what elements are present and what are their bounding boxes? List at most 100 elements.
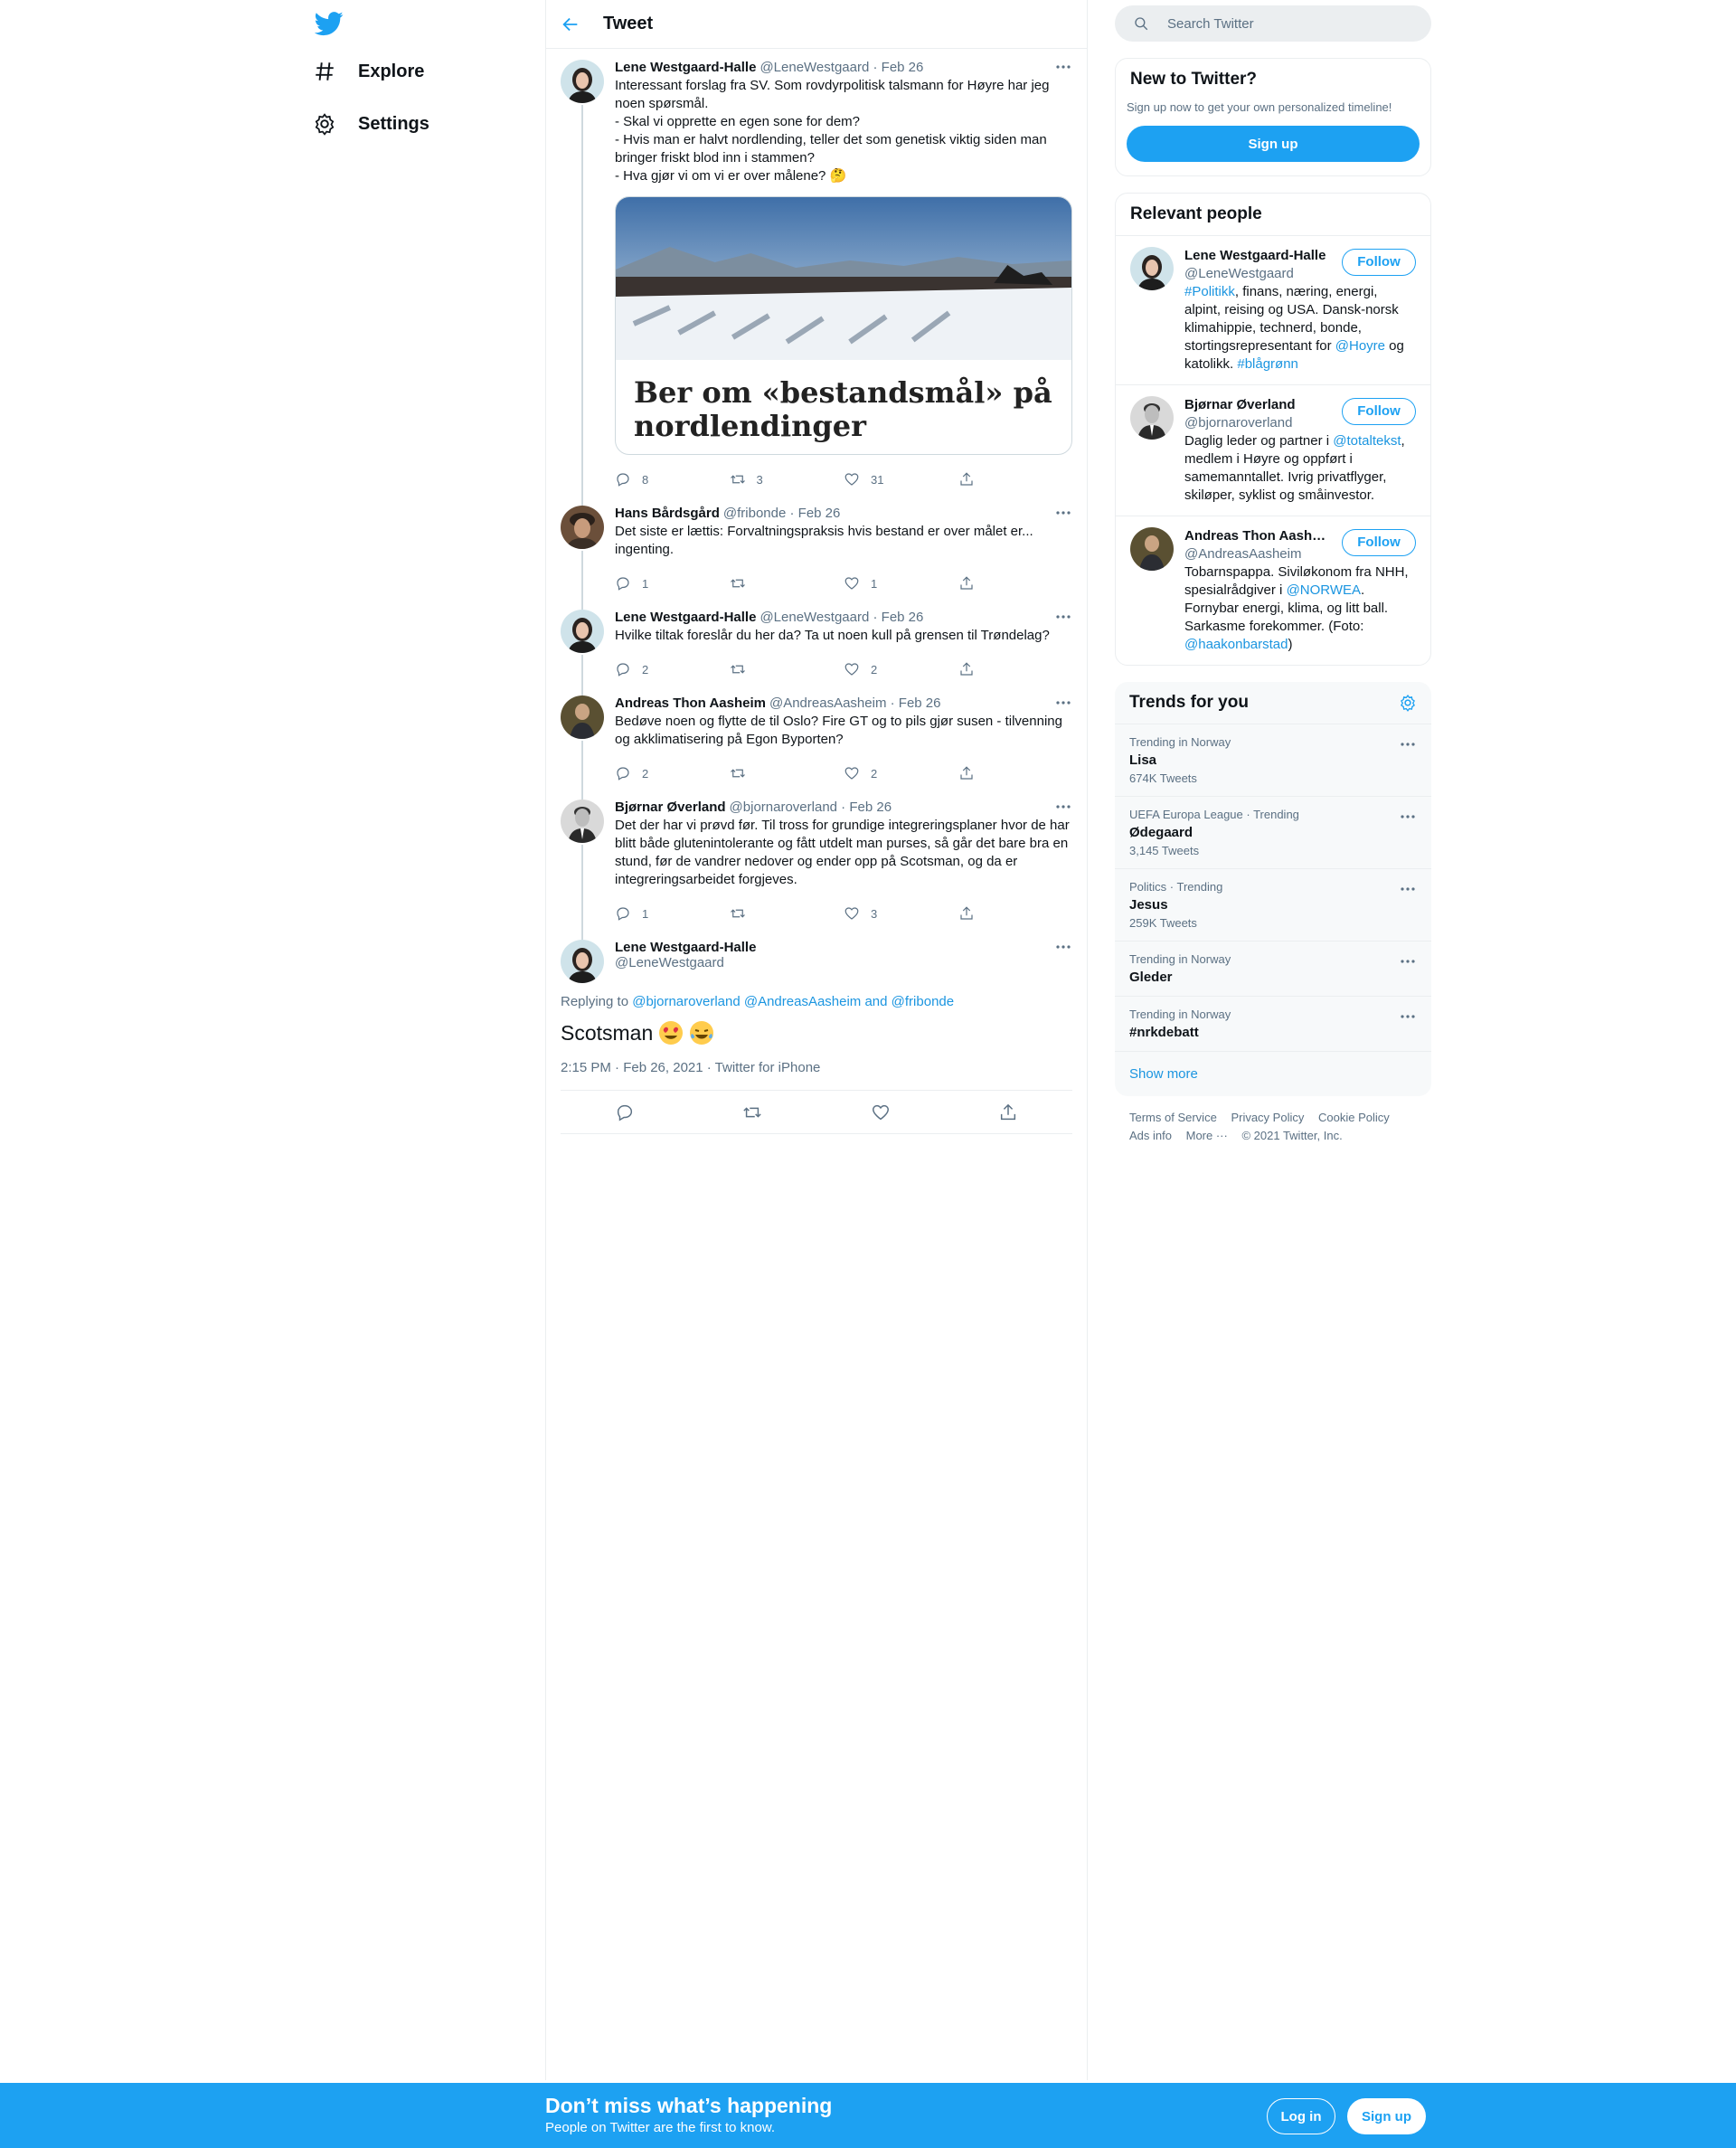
author-name[interactable]: Hans Bårdsgård bbox=[615, 506, 720, 521]
author-handle[interactable]: @LeneWestgaard bbox=[760, 60, 869, 75]
thread-tweet[interactable]: Hans Bårdsgård @fribonde · Feb 26 Det si… bbox=[546, 495, 1087, 621]
bio-link[interactable]: @haakonbarstad bbox=[1184, 637, 1288, 652]
like-button[interactable]: 31 bbox=[844, 471, 958, 487]
thread-tweet[interactable]: Lene Westgaard-Halle @LeneWestgaard · Fe… bbox=[546, 599, 1087, 702]
retweet-icon[interactable] bbox=[742, 1102, 762, 1122]
back-arrow-icon[interactable] bbox=[561, 14, 580, 34]
share-icon[interactable] bbox=[998, 1102, 1018, 1122]
person-card[interactable]: Bjørnar Øverland @bjornaroverland Follow… bbox=[1116, 384, 1430, 516]
show-more-link[interactable]: Show more bbox=[1115, 1052, 1431, 1096]
avatar[interactable] bbox=[561, 940, 604, 983]
author-handle[interactable]: @AndreasAasheim bbox=[769, 695, 886, 711]
more-icon[interactable] bbox=[1399, 1009, 1417, 1024]
retweet-button[interactable] bbox=[730, 661, 844, 677]
footer-link-more[interactable]: More ··· bbox=[1186, 1129, 1228, 1142]
twitter-logo-icon[interactable] bbox=[315, 9, 344, 38]
thread-tweet[interactable]: Andreas Thon Aasheim @AndreasAasheim · F… bbox=[546, 685, 1087, 806]
avatar[interactable] bbox=[561, 60, 604, 103]
author-handle[interactable]: @fribonde bbox=[723, 506, 786, 521]
more-icon[interactable] bbox=[1054, 506, 1072, 520]
reply-button[interactable]: 2 bbox=[615, 765, 730, 781]
avatar[interactable] bbox=[561, 610, 604, 653]
footer-link-ads[interactable]: Ads info bbox=[1129, 1129, 1172, 1142]
reply-button[interactable]: 2 bbox=[615, 661, 730, 677]
person-card[interactable]: Andreas Thon Aash… @AndreasAasheim Follo… bbox=[1116, 516, 1430, 665]
author-name[interactable]: Lene Westgaard-Halle bbox=[615, 610, 756, 625]
author-handle[interactable]: @bjornaroverland bbox=[730, 800, 837, 815]
avatar[interactable] bbox=[561, 800, 604, 843]
follow-button[interactable]: Follow bbox=[1342, 529, 1416, 556]
more-icon[interactable] bbox=[1399, 882, 1417, 896]
trend-item[interactable]: Politics · Trending Jesus 259K Tweets bbox=[1115, 869, 1431, 942]
settings-gear-icon[interactable] bbox=[1399, 694, 1417, 712]
avatar[interactable] bbox=[1130, 396, 1174, 440]
author-name[interactable]: Bjørnar Øverland bbox=[615, 800, 726, 815]
person-name[interactable]: Lene Westgaard-Halle bbox=[1184, 247, 1334, 265]
heart-icon[interactable] bbox=[871, 1102, 891, 1122]
author-name[interactable]: Lene Westgaard-Halle bbox=[615, 940, 1072, 955]
reply-button[interactable]: 1 bbox=[615, 905, 730, 922]
tweet-date[interactable]: Feb 26 bbox=[882, 610, 924, 625]
author-handle[interactable]: @LeneWestgaard bbox=[760, 610, 869, 625]
avatar[interactable] bbox=[1130, 527, 1174, 571]
trend-item[interactable]: Trending in Norway Gleder bbox=[1115, 942, 1431, 997]
more-icon[interactable] bbox=[1399, 737, 1417, 752]
share-button[interactable] bbox=[958, 471, 1073, 487]
avatar[interactable] bbox=[561, 506, 604, 549]
avatar[interactable] bbox=[561, 695, 604, 739]
share-button[interactable] bbox=[958, 905, 1073, 922]
author-name[interactable]: Lene Westgaard-Halle bbox=[615, 60, 756, 75]
reply-icon[interactable] bbox=[615, 1102, 635, 1122]
reply-button[interactable]: 8 bbox=[615, 471, 730, 487]
more-icon[interactable] bbox=[1054, 940, 1072, 954]
footer-link-terms[interactable]: Terms of Service bbox=[1129, 1111, 1217, 1124]
more-icon[interactable] bbox=[1054, 610, 1072, 624]
signup-button[interactable]: Sign up bbox=[1127, 126, 1420, 162]
author-handle[interactable]: @LeneWestgaard bbox=[615, 955, 1072, 970]
share-button[interactable] bbox=[958, 575, 1073, 591]
like-button[interactable]: 1 bbox=[844, 575, 958, 591]
retweet-button[interactable] bbox=[730, 765, 844, 781]
trend-item[interactable]: Trending in Norway #nrkdebatt bbox=[1115, 997, 1431, 1052]
retweet-button[interactable] bbox=[730, 575, 844, 591]
like-button[interactable]: 2 bbox=[844, 661, 958, 677]
bio-link[interactable]: @totaltekst bbox=[1333, 433, 1401, 449]
follow-button[interactable]: Follow bbox=[1342, 249, 1416, 276]
more-icon[interactable] bbox=[1399, 954, 1417, 969]
tweet-date[interactable]: Feb 26 bbox=[798, 506, 841, 521]
thread-tweet[interactable]: Bjørnar Øverland @bjornaroverland · Feb … bbox=[546, 789, 1087, 950]
thread-tweet[interactable]: Lene Westgaard-Halle @LeneWestgaard · Fe… bbox=[546, 49, 1087, 530]
nav-explore[interactable]: Explore bbox=[313, 60, 424, 83]
bio-link[interactable]: @Hoyre bbox=[1335, 338, 1385, 354]
more-icon[interactable] bbox=[1054, 800, 1072, 814]
bio-link[interactable]: #Politikk bbox=[1184, 284, 1235, 299]
reply-button[interactable]: 1 bbox=[615, 575, 730, 591]
retweet-button[interactable]: 3 bbox=[730, 471, 844, 487]
replying-to-links[interactable]: @bjornaroverland @AndreasAasheim and @fr… bbox=[632, 994, 954, 1009]
person-card[interactable]: Lene Westgaard-Halle @LeneWestgaard Foll… bbox=[1116, 235, 1430, 384]
person-name[interactable]: Andreas Thon Aash… bbox=[1184, 527, 1334, 545]
follow-button[interactable]: Follow bbox=[1342, 398, 1416, 425]
search-input[interactable]: Search Twitter bbox=[1115, 5, 1431, 42]
banner-signup-button[interactable]: Sign up bbox=[1347, 2098, 1426, 2134]
login-button[interactable]: Log in bbox=[1267, 2098, 1335, 2134]
tweet-date[interactable]: Feb 26 bbox=[882, 60, 924, 75]
like-button[interactable]: 2 bbox=[844, 765, 958, 781]
footer-link-privacy[interactable]: Privacy Policy bbox=[1231, 1111, 1304, 1124]
more-icon[interactable] bbox=[1399, 809, 1417, 824]
bio-link[interactable]: @NORWEA bbox=[1287, 582, 1361, 598]
tweet-date[interactable]: Feb 26 bbox=[899, 695, 941, 711]
share-button[interactable] bbox=[958, 661, 1073, 677]
more-icon[interactable] bbox=[1054, 60, 1072, 74]
share-button[interactable] bbox=[958, 765, 1073, 781]
nav-settings[interactable]: Settings bbox=[313, 112, 429, 136]
trend-item[interactable]: UEFA Europa League · Trending Ødegaard 3… bbox=[1115, 797, 1431, 869]
more-icon[interactable] bbox=[1054, 695, 1072, 710]
retweet-button[interactable] bbox=[730, 905, 844, 922]
trend-item[interactable]: Trending in Norway Lisa 674K Tweets bbox=[1115, 724, 1431, 797]
tweet-timestamp[interactable]: 2:15 PM · Feb 26, 2021 · Twitter for iPh… bbox=[561, 1060, 1072, 1091]
person-name[interactable]: Bjørnar Øverland bbox=[1184, 396, 1334, 414]
like-button[interactable]: 3 bbox=[844, 905, 958, 922]
bio-link[interactable]: #blågrønn bbox=[1237, 356, 1298, 372]
author-name[interactable]: Andreas Thon Aasheim bbox=[615, 695, 766, 711]
